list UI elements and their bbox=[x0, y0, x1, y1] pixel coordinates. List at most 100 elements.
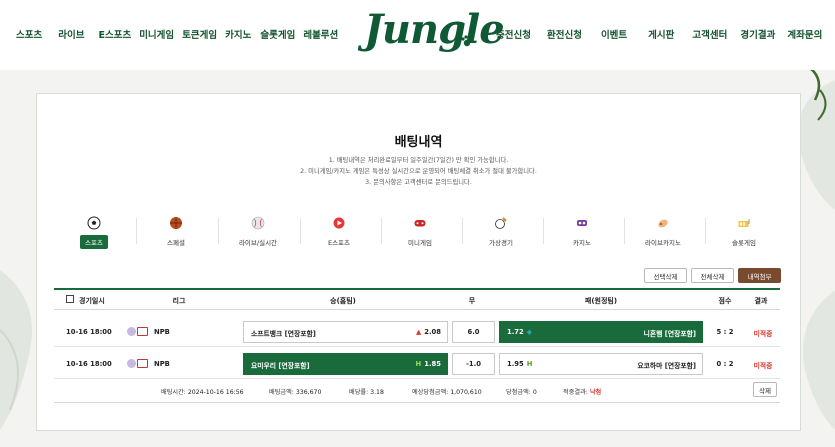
select-delete-button[interactable]: 선택삭제 bbox=[644, 268, 687, 283]
bet-amount: 배팅금액: 336,670 bbox=[269, 387, 321, 396]
tab-special[interactable]: 스페셜 bbox=[136, 216, 216, 249]
handicap-icon: H bbox=[415, 360, 422, 368]
hit-result-label: 적중결과: bbox=[563, 389, 588, 396]
bet-time-label: 배팅시간: bbox=[161, 389, 186, 396]
nav-casino[interactable]: 카지노 bbox=[225, 27, 251, 41]
hit-result: 적중결과: 낙첨 bbox=[563, 387, 601, 396]
tab-live-casino[interactable]: 라이브카지노 bbox=[623, 216, 703, 249]
tab-label: 스페셜 bbox=[167, 239, 185, 247]
header-league: 리그 bbox=[172, 297, 186, 305]
header-score: 점수 bbox=[718, 297, 732, 305]
virtual-sports-icon bbox=[495, 217, 507, 229]
paw-icon bbox=[461, 35, 474, 47]
baseball-icon bbox=[127, 359, 136, 368]
nav-sports[interactable]: 스포츠 bbox=[16, 27, 42, 41]
league-flag-icon bbox=[137, 359, 148, 368]
logo-wordmark: Jungle bbox=[364, 6, 505, 53]
nav-deposit[interactable]: 충전신청 bbox=[496, 27, 531, 41]
nav-event[interactable]: 이벤트 bbox=[601, 27, 627, 41]
nav-customer-center[interactable]: 고객센터 bbox=[692, 27, 727, 41]
tab-label: 슬롯게임 bbox=[732, 239, 756, 247]
nav-board[interactable]: 게시판 bbox=[648, 27, 674, 41]
casino-icon bbox=[577, 220, 587, 226]
hit-result-value: 낙첨 bbox=[589, 389, 602, 396]
tab-slot-game[interactable]: 슬롯게임 bbox=[704, 216, 784, 249]
bet-amount-label: 배팅금액: bbox=[269, 389, 294, 396]
home-odds-button[interactable]: 요미우리 [연장포함] H 1.85 bbox=[243, 353, 448, 375]
nav-withdraw[interactable]: 환전신청 bbox=[547, 27, 582, 41]
basketball-icon bbox=[170, 217, 182, 229]
away-odds-value: 1.95 bbox=[507, 360, 524, 368]
tab-label: 라이브/실시간 bbox=[238, 239, 278, 247]
delete-button[interactable]: 삭제 bbox=[753, 382, 777, 397]
handicap-icon: H bbox=[526, 360, 533, 368]
league-name: NPB bbox=[154, 328, 170, 336]
expected-win-label: 예상당첨금액: bbox=[412, 389, 449, 396]
baseball-icon bbox=[127, 327, 136, 336]
away-odds-button[interactable]: 1.72 ◆ 니혼햄 [연장포함] bbox=[499, 321, 703, 343]
home-team: 소프트뱅크 [연장포함] bbox=[251, 330, 316, 338]
table-row: 10-16 18:00 NPB 소프트뱅크 [연장포함] ▲ 2.08 6.0 1… bbox=[54, 316, 780, 347]
nav-esports[interactable]: E스포츠 bbox=[98, 27, 131, 41]
expected-win-value: 1,070,610 bbox=[450, 389, 482, 396]
nav-slot-game[interactable]: 슬롯게임 bbox=[260, 27, 295, 41]
away-team: 니혼햄 [연장포함] bbox=[643, 330, 696, 338]
gamepad-icon bbox=[414, 220, 426, 227]
nav-revolution[interactable]: 레볼루션 bbox=[303, 27, 338, 41]
nav-match-results[interactable]: 경기결과 bbox=[740, 27, 775, 41]
tab-label: 카지노 bbox=[573, 239, 591, 247]
table-header: 경기일시 리그 승(홈팀) 무 패(원정팀) 점수 결과 bbox=[54, 288, 780, 310]
match-time: 10-16 18:00 bbox=[66, 328, 112, 336]
tab-live-realtime[interactable]: 라이브/실시간 bbox=[218, 216, 298, 249]
league-name: NPB bbox=[154, 360, 170, 368]
bet-amount-value: 336,670 bbox=[295, 389, 322, 396]
tab-sports[interactable]: 스포츠 bbox=[54, 216, 134, 249]
tab-virtual-sports[interactable]: 가상경기 bbox=[461, 216, 541, 249]
tab-label: E스포츠 bbox=[327, 239, 351, 247]
slot-icon bbox=[738, 219, 750, 227]
live-casino-icon bbox=[658, 219, 668, 228]
page-title: 배팅내역 bbox=[394, 135, 443, 150]
notice-line-1: 1. 배팅내역은 처리완료일부터 일주일간(7일간) 만 확인 가능합니다. bbox=[328, 157, 509, 164]
bet-odds: 배당률: 3.18 bbox=[349, 387, 384, 396]
tab-label: 가상경기 bbox=[489, 239, 513, 247]
notice-line-2: 2. 미니게임/카지노 게임은 특성상 실시간으로 운영되어 배팅체결 취소가 … bbox=[300, 168, 537, 175]
esports-icon bbox=[333, 217, 345, 229]
header-datetime: 경기일시 bbox=[79, 297, 105, 305]
nav-token-game[interactable]: 토큰게임 bbox=[182, 27, 217, 41]
draw-odds-button[interactable]: 6.0 bbox=[452, 321, 495, 343]
nav-minigame[interactable]: 미니게임 bbox=[139, 27, 174, 41]
header-win: 승(홈팀) bbox=[330, 297, 356, 305]
expected-win: 예상당첨금액: 1,070,610 bbox=[412, 387, 482, 396]
all-delete-button[interactable]: 전체삭제 bbox=[691, 268, 734, 283]
betting-history-panel: 배팅내역 1. 배팅내역은 처리완료일부터 일주일간(7일간) 만 확인 가능합… bbox=[36, 93, 801, 431]
win-amount: 당첨금액: 0 bbox=[506, 387, 537, 396]
notice-line-3: 3. 문의사항은 고객센터로 문의드립니다. bbox=[365, 179, 472, 186]
league-flag-icon bbox=[137, 327, 148, 336]
history-attach-button[interactable]: 내역첨부 bbox=[738, 268, 781, 283]
home-odds-button[interactable]: 소프트뱅크 [연장포함] ▲ 2.08 bbox=[243, 321, 448, 343]
away-odds-value: 1.72 bbox=[507, 328, 524, 336]
home-odds-value: 2.08 bbox=[424, 328, 441, 336]
tab-esports[interactable]: E스포츠 bbox=[299, 216, 379, 249]
soccer-ball-icon bbox=[87, 216, 101, 230]
table-row: 10-16 18:00 NPB 요미우리 [연장포함] H 1.85 -1.0 1… bbox=[54, 348, 780, 379]
site-logo[interactable]: Jungle bbox=[360, 4, 505, 64]
away-odds-button[interactable]: 1.95 H 요코하마 [연장포함] bbox=[499, 353, 703, 375]
home-odds: H 1.85 bbox=[416, 360, 441, 368]
away-team: 요코하마 [연장포함] bbox=[637, 362, 696, 370]
select-all-checkbox[interactable] bbox=[66, 295, 74, 303]
bet-odds-label: 배당률: bbox=[349, 389, 369, 396]
home-team: 요미우리 [연장포함] bbox=[251, 362, 310, 370]
baseball-icon bbox=[251, 216, 265, 230]
away-odds: 1.95 H bbox=[507, 360, 535, 368]
match-score: 0 : 2 bbox=[716, 360, 734, 368]
tab-minigame[interactable]: 미니게임 bbox=[380, 216, 460, 249]
match-score: 5 : 2 bbox=[716, 328, 734, 336]
nav-account-inquiry[interactable]: 계좌문의 bbox=[787, 27, 822, 41]
tab-casino[interactable]: 카지노 bbox=[542, 216, 622, 249]
header-result: 결과 bbox=[754, 297, 768, 305]
bet-summary: 배팅시간: 2024-10-16 16:56 배팅금액: 336,670 배당률… bbox=[54, 377, 780, 403]
nav-live[interactable]: 라이브 bbox=[58, 27, 84, 41]
draw-odds-button[interactable]: -1.0 bbox=[452, 353, 495, 375]
